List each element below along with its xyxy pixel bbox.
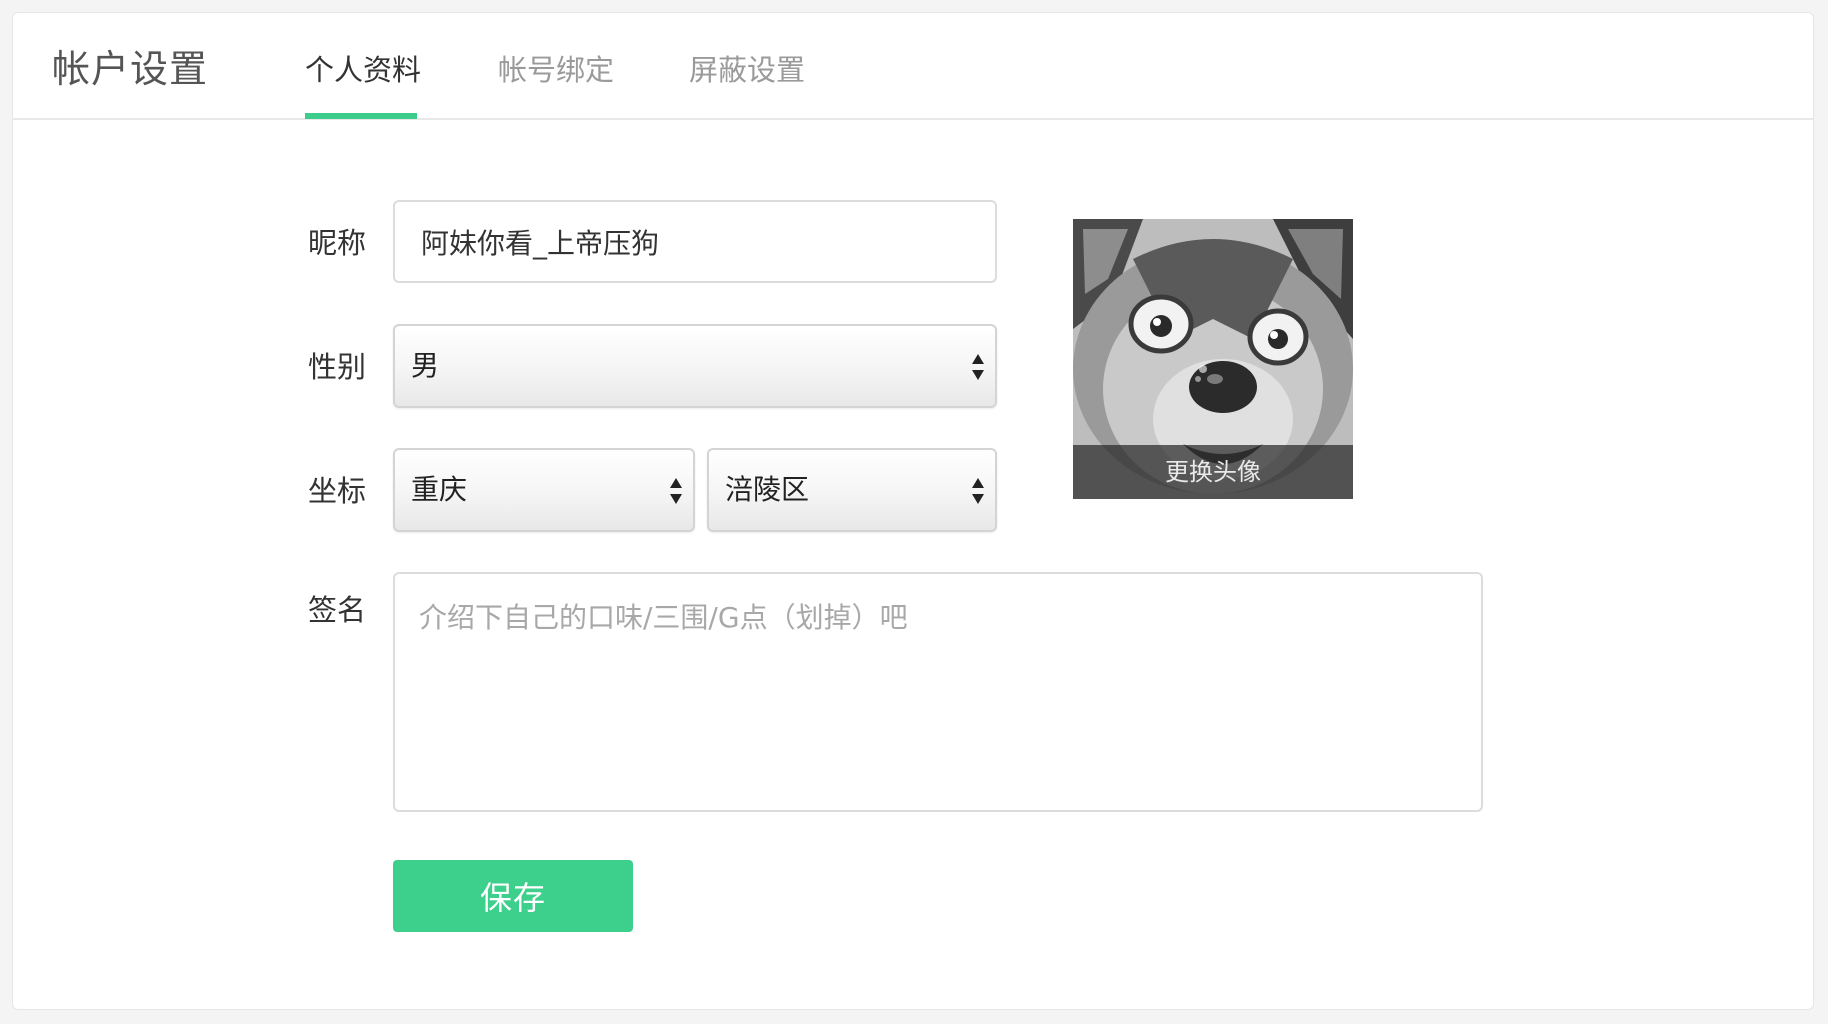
select-arrows-icon	[972, 354, 984, 380]
save-button[interactable]: 保存	[393, 860, 633, 932]
change-avatar-label[interactable]: 更换头像	[1073, 445, 1353, 499]
active-tab-indicator	[305, 113, 417, 119]
province-select[interactable]: 重庆	[393, 448, 695, 532]
nickname-input[interactable]	[393, 200, 997, 283]
tab-account-binding[interactable]: 帐号绑定	[498, 50, 614, 90]
nickname-label: 昵称	[308, 226, 367, 260]
gender-select-value: 男	[411, 349, 440, 382]
avatar[interactable]: 更换头像	[1073, 219, 1353, 499]
settings-header: 帐户设置 个人资料 帐号绑定 屏蔽设置	[13, 13, 1813, 120]
gender-label: 性别	[308, 350, 367, 384]
select-arrows-icon	[972, 478, 984, 504]
location-label: 坐标	[308, 474, 367, 508]
province-select-value: 重庆	[411, 473, 468, 506]
signature-textarea[interactable]	[393, 572, 1483, 812]
signature-label: 签名	[308, 593, 367, 627]
city-select[interactable]: 涪陵区	[707, 448, 997, 532]
account-settings-card: 帐户设置 个人资料 帐号绑定 屏蔽设置 昵称 性别 男 坐标 重庆 涪陵区 签名	[12, 12, 1814, 1010]
city-select-value: 涪陵区	[725, 473, 810, 506]
select-arrows-icon	[670, 478, 682, 504]
tab-profile[interactable]: 个人资料	[305, 50, 421, 90]
gender-select[interactable]: 男	[393, 324, 997, 408]
tab-block-settings[interactable]: 屏蔽设置	[689, 50, 805, 90]
page-title: 帐户设置	[52, 47, 209, 91]
